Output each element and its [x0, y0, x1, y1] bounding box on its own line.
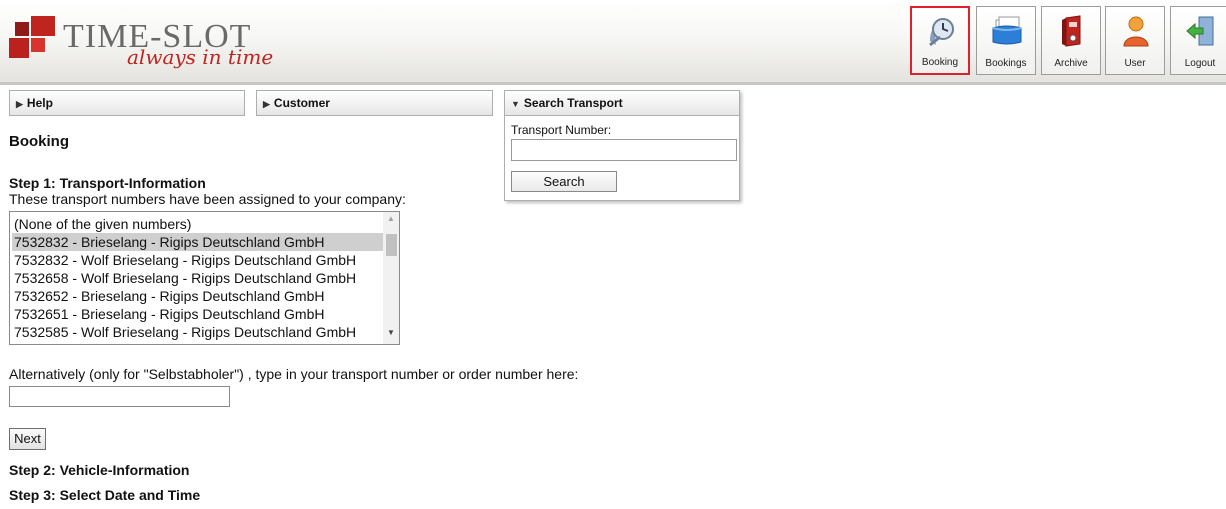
customer-panel-toggle[interactable]: ▶ Customer	[256, 90, 493, 116]
list-item[interactable]: 7532832 - Wolf Brieselang - Rigips Deuts…	[12, 251, 384, 269]
archive-binder-icon	[1062, 15, 1081, 47]
nav-user-button[interactable]: User	[1105, 6, 1165, 75]
stacked-documents-icon	[992, 16, 1022, 45]
clock-timeslot-icon	[929, 18, 954, 47]
scroll-down-arrow-icon[interactable]: ▼	[383, 328, 399, 342]
transport-number-label: Transport Number:	[511, 123, 612, 137]
list-item[interactable]: 7532651 - Brieselang - Rigips Deutschlan…	[12, 305, 384, 323]
alternative-instruction: Alternatively (only for "Selbstabholer")…	[9, 366, 579, 382]
caret-right-icon: ▶	[263, 99, 270, 109]
search-transport-title: Search Transport	[523, 96, 623, 110]
transport-or-order-number-input[interactable]	[9, 386, 230, 407]
scrollbar-thumb[interactable]	[386, 234, 397, 256]
logo-tagline: always in time	[127, 45, 274, 69]
nav-booking-label: Booking	[921, 57, 959, 68]
list-item[interactable]: (None of the given numbers)	[12, 215, 384, 233]
list-item[interactable]: 7532658 - Wolf Brieselang - Rigips Deuts…	[12, 269, 384, 287]
nav-bookings-button[interactable]: Bookings	[976, 6, 1036, 75]
list-item-selected[interactable]: 7532832 - Brieselang - Rigips Deutschlan…	[12, 233, 384, 251]
step3-heading: Step 3: Select Date and Time	[9, 487, 201, 503]
nav-logout-button[interactable]: Logout	[1170, 6, 1226, 75]
transport-number-listbox[interactable]: (None of the given numbers) 7532832 - Br…	[9, 211, 400, 345]
nav-archive-label: Archive	[1054, 58, 1088, 69]
search-button[interactable]: Search	[511, 171, 617, 192]
caret-down-icon: ▼	[511, 99, 520, 109]
transport-list-items: (None of the given numbers) 7532832 - Br…	[12, 215, 384, 341]
user-person-icon	[1123, 16, 1149, 47]
step1-description: These transport numbers have been assign…	[9, 191, 406, 207]
page-title: Booking	[9, 133, 69, 150]
logo-squares-icon	[9, 14, 59, 60]
step1-heading: Step 1: Transport-Information	[9, 175, 206, 191]
logout-door-icon	[1186, 16, 1214, 46]
list-item[interactable]: 7532585 - Wolf Brieselang - Rigips Deuts…	[12, 323, 384, 341]
nav-booking-button[interactable]: Booking	[910, 6, 970, 75]
nav-logout-label: Logout	[1184, 58, 1216, 69]
app-header: TIME-SLOT always in time Booking Booking…	[0, 0, 1226, 85]
transport-number-input[interactable]	[511, 139, 737, 161]
caret-right-icon: ▶	[16, 99, 23, 109]
nav-bookings-label: Bookings	[985, 58, 1027, 69]
next-button[interactable]: Next	[9, 428, 46, 450]
time-slot-logo: TIME-SLOT always in time	[9, 14, 273, 72]
help-panel-label: Help	[26, 96, 53, 110]
nav-user-label: User	[1124, 58, 1146, 69]
scroll-up-arrow-icon[interactable]: ▲	[383, 214, 399, 228]
nav-archive-button[interactable]: Archive	[1041, 6, 1101, 75]
help-panel-toggle[interactable]: ▶ Help	[9, 90, 245, 116]
list-item[interactable]: 7532652 - Brieselang - Rigips Deutschlan…	[12, 287, 384, 305]
customer-panel-label: Customer	[273, 96, 330, 110]
listbox-scrollbar[interactable]: ▲ ▼	[383, 212, 399, 344]
search-transport-panel: ▼ Search Transport Transport Number: Sear…	[504, 90, 740, 201]
step2-heading: Step 2: Vehicle-Information	[9, 462, 190, 478]
search-transport-toggle[interactable]: ▼ Search Transport	[504, 90, 740, 116]
